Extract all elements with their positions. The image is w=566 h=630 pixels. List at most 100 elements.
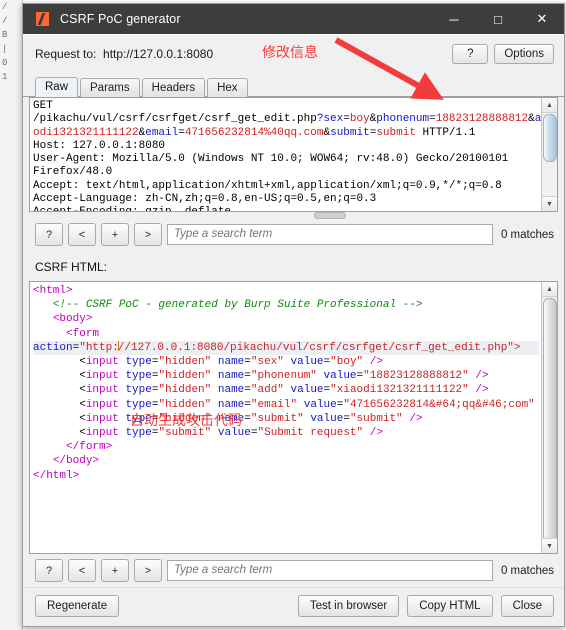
scroll-down-icon[interactable]: ▼ (542, 196, 557, 211)
req-param-sex-value: boy (349, 113, 370, 126)
dialog-footer: Regenerate Test in browser Copy HTML Clo… (23, 587, 564, 626)
html-vertical-scrollbar[interactable]: ▲ ▼ (541, 282, 557, 553)
search-prev-button[interactable]: < (68, 223, 96, 246)
input-tag-2: input (85, 384, 119, 397)
html-search-matches-count: 0 matches (500, 564, 554, 577)
req-amp-2: & (528, 113, 535, 126)
input-type-attr-2: type (125, 384, 152, 397)
html-search-prev-button[interactable]: < (68, 559, 96, 582)
tab-params[interactable]: Params (80, 78, 140, 97)
req-header-accept: Accept: text/html,application/xhtml+xml,… (33, 179, 502, 192)
request-view-tabs: Raw Params Headers Hex (23, 73, 564, 97)
csrf-html-text[interactable]: <html> <!-- CSRF PoC - generated by Burp… (30, 282, 541, 553)
search-next-button[interactable]: > (134, 223, 162, 246)
tab-headers[interactable]: Headers (141, 78, 206, 97)
csrf-html-label: CSRF HTML: (35, 260, 107, 274)
input-type-val-3: "hidden" (158, 398, 212, 411)
input-name-val-0: "sex" (250, 356, 284, 369)
csrf-html-editor-pane[interactable]: <html> <!-- CSRF PoC - generated by Burp… (29, 281, 558, 554)
req-param-add-value-2: odi1321321111122 (33, 126, 139, 139)
close-icon[interactable]: ✕ (520, 4, 564, 34)
form-close-tag: </form> (66, 441, 113, 454)
input-value-attr-2: value (290, 384, 324, 397)
input-name-val-4: "submit" (250, 412, 304, 425)
action-attr-name: action (33, 341, 73, 354)
input-type-attr-5: type (125, 427, 152, 440)
html-search-next-button[interactable]: > (134, 559, 162, 582)
input-name-attr-4: name (217, 412, 245, 425)
window-title: CSRF PoC generator (60, 12, 181, 26)
help-button[interactable]: ? (452, 44, 489, 64)
input-type-attr-3: type (125, 398, 152, 411)
html-open-tag: <html> (33, 285, 73, 297)
test-in-browser-button[interactable]: Test in browser (297, 595, 400, 617)
html-search-help-button[interactable]: ? (35, 559, 63, 582)
input-value-val-3: "471656232814&#64;qq&#46;com" (343, 398, 535, 411)
html-scroll-down-icon[interactable]: ▼ (542, 538, 557, 553)
input-tag-1: input (85, 370, 119, 383)
tab-raw[interactable]: Raw (35, 77, 79, 97)
input-type-attr-1: type (125, 370, 152, 383)
body-open-tag: <body> (52, 313, 93, 326)
dialog-body: Request to: http://127.0.0.1:8080 ? Opti… (23, 34, 564, 626)
action-url-part2: //127.0.0.1:8080/pikachu/vul/csrf/csrfge… (117, 341, 521, 354)
request-to-label: Request to: http://127.0.0.1:8080 (35, 47, 214, 61)
options-button[interactable]: Options (494, 44, 554, 64)
html-scroll-up-icon[interactable]: ▲ (542, 282, 557, 297)
req-param-submit-key: submit (330, 126, 370, 139)
search-input[interactable] (167, 224, 493, 245)
close-button[interactable]: Close (500, 595, 554, 617)
req-header-host: Host: 127.0.0.1:8080 (33, 139, 166, 152)
search-add-button[interactable]: + (101, 223, 129, 246)
search-matches-count: 0 matches (500, 228, 554, 241)
request-editor-pane[interactable]: GET /pikachu/vul/csrf/csrfget/csrf_get_e… (29, 97, 558, 212)
req-header-accept-language: Accept-Language: zh-CN,zh;q=0.8,en-US;q=… (33, 193, 377, 206)
tab-hex[interactable]: Hex (207, 78, 248, 97)
req-header-user-agent-cont: Firefox/48.0 (33, 166, 113, 179)
req-param-phone-key: phonenum (376, 113, 430, 126)
input-value-val-5: "Submit request" (257, 427, 364, 440)
input-value-attr-5: value (217, 427, 251, 440)
input-type-attr-0: type (125, 356, 152, 369)
req-line-path: /pikachu/vul/csrf/csrfget/csrf_get_edit.… (33, 113, 317, 126)
input-close-4: /> (409, 412, 423, 425)
copy-html-button[interactable]: Copy HTML (407, 595, 493, 617)
input-name-attr-2: name (217, 384, 245, 397)
request-vertical-scrollbar[interactable]: ▲ ▼ (541, 98, 557, 211)
req-line-method: GET (33, 100, 53, 112)
background-app-strip: / / B | 0 1 (0, 0, 23, 630)
input-type-val-0: "hidden" (158, 356, 212, 369)
input-value-attr-4: value (310, 412, 344, 425)
input-tag-5: input (85, 427, 119, 440)
scrollbar-thumb[interactable] (543, 114, 557, 162)
req-param-email-value: 471656232814%40qq.com (184, 126, 324, 139)
req-header-user-agent: User-Agent: Mozilla/5.0 (Windows NT 10.0… (33, 153, 509, 166)
search-help-button[interactable]: ? (35, 223, 63, 246)
action-url-part1: "http: (79, 341, 119, 354)
title-bar: CSRF PoC generator ─ □ ✕ (23, 4, 564, 34)
input-close-2: /> (475, 384, 489, 397)
request-to-bar: Request to: http://127.0.0.1:8080 ? Opti… (23, 35, 564, 73)
input-name-attr-0: name (217, 356, 245, 369)
html-scrollbar-thumb[interactable] (543, 298, 557, 542)
scroll-up-icon[interactable]: ▲ (542, 98, 557, 113)
minimize-icon[interactable]: ─ (432, 4, 476, 34)
input-tag-4: input (85, 412, 119, 425)
request-horizontal-scrollbar[interactable] (29, 212, 558, 219)
html-search-input[interactable] (167, 560, 493, 581)
input-name-attr-3: name (217, 398, 245, 411)
input-value-val-0: "boy" (330, 356, 364, 369)
req-param-sex-key: ?sex (316, 113, 344, 126)
req-eq-2: = (429, 113, 436, 126)
form-action-line[interactable]: action="http://127.0.0.1:8080/pikachu/vu… (33, 340, 539, 356)
html-comment: <!-- CSRF PoC - generated by Burp Suite … (52, 299, 423, 312)
maximize-icon[interactable]: □ (476, 4, 520, 34)
regenerate-button[interactable]: Regenerate (35, 595, 120, 617)
input-type-val-4: "hidden" (158, 412, 212, 425)
html-search-add-button[interactable]: + (101, 559, 129, 582)
input-type-val-2: "hidden" (158, 384, 212, 397)
body-close-tag: </body> (52, 455, 100, 468)
request-raw-text[interactable]: GET /pikachu/vul/csrf/csrfget/csrf_get_e… (30, 98, 541, 211)
input-value-attr-0: value (290, 356, 324, 369)
request-search-bar: ? < + > 0 matches (23, 218, 564, 251)
